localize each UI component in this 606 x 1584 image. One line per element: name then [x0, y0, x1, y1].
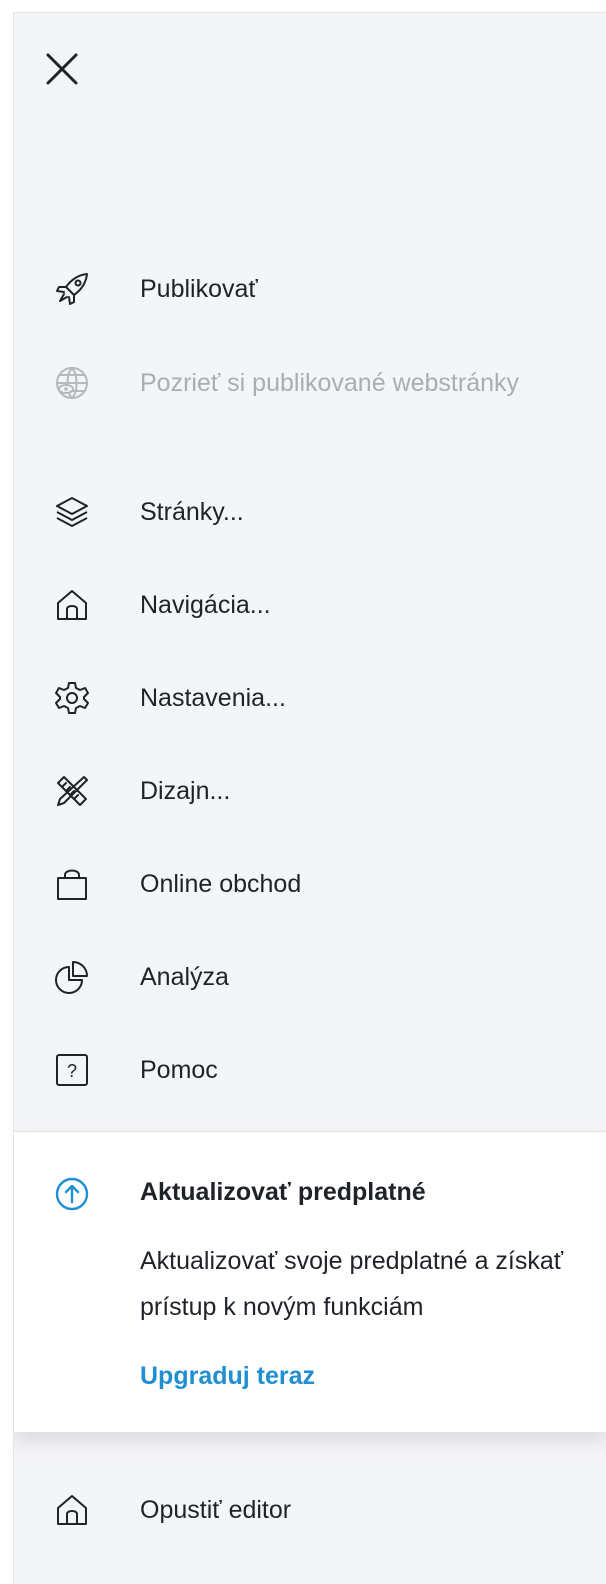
upgrade-now-link[interactable]: Upgraduj teraz [140, 1362, 315, 1391]
close-icon [46, 53, 78, 85]
menu-item-label: Dizajn... [140, 776, 231, 805]
menu-item-navigation[interactable]: Navigácia... [14, 575, 606, 635]
ruler-pencil-icon [54, 773, 90, 809]
menu-item-label: Pomoc [140, 1055, 218, 1084]
menu-item-label: Publikovať [140, 274, 258, 303]
menu-item-label: Nastavenia... [140, 683, 286, 712]
menu-item-pages[interactable]: Stránky... [14, 482, 606, 542]
home-icon [54, 587, 90, 623]
menu-item-label: Pozrieť si publikované webstránky [140, 368, 520, 397]
close-button[interactable] [40, 47, 84, 91]
editor-menu-panel: Publikovať Pozrieť si publikované webstr… [13, 12, 606, 1584]
home-icon [54, 1492, 90, 1528]
layers-icon [54, 494, 90, 530]
exit-editor-button[interactable]: Opustiť editor [14, 1480, 606, 1540]
globe-eye-icon [54, 365, 90, 401]
menu-item-settings[interactable]: Nastavenia... [14, 668, 606, 728]
menu-item-analytics[interactable]: Analýza [14, 947, 606, 1007]
shopping-bag-icon [54, 866, 90, 902]
menu-item-label: Stránky... [140, 497, 244, 526]
menu-item-label: Online obchod [140, 869, 302, 898]
rocket-icon [54, 271, 90, 307]
upgrade-description: Aktualizovať svoje predplatné a získať p… [140, 1247, 564, 1321]
upgrade-title: Aktualizovať predplatné [140, 1178, 426, 1206]
menu-item-label: Navigácia... [140, 590, 271, 619]
help-box-icon: ? [54, 1052, 90, 1088]
menu-item-online-store[interactable]: Online obchod [14, 854, 606, 914]
gear-icon [54, 680, 90, 716]
menu-item-view-published[interactable]: Pozrieť si publikované webstránky [14, 353, 606, 413]
exit-editor-label: Opustiť editor [140, 1495, 292, 1524]
pie-chart-icon [54, 959, 90, 995]
menu-item-help[interactable]: ? Pomoc [14, 1040, 606, 1100]
menu-item-design[interactable]: Dizajn... [14, 761, 606, 821]
menu-item-label: Analýza [140, 962, 229, 991]
upgrade-card: Aktualizovať predplatné Aktualizovať svo… [14, 1131, 606, 1432]
svg-text:?: ? [67, 1061, 77, 1081]
menu-item-publish[interactable]: Publikovať [14, 259, 606, 319]
arrow-up-circle-icon [54, 1176, 90, 1212]
